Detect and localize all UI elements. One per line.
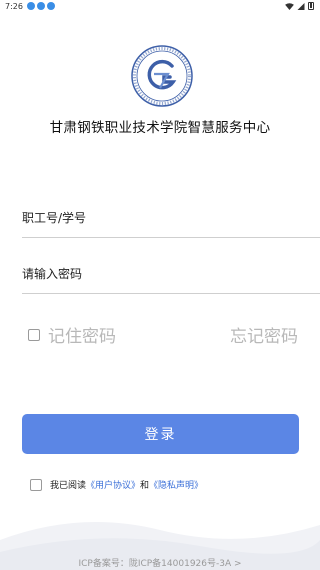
password-input[interactable] xyxy=(22,254,320,293)
agreement-and: 和 xyxy=(140,481,150,491)
status-time: 7:26 xyxy=(5,2,23,11)
page-title: 甘肃钢铁职业技术学院智慧服务中心 xyxy=(49,120,271,136)
status-bar: 7:26 xyxy=(0,0,320,14)
password-field-container xyxy=(22,254,320,294)
status-icons xyxy=(285,2,314,10)
user-agreement-link[interactable]: 《用户协议》 xyxy=(86,481,140,491)
remember-checkbox[interactable] xyxy=(28,328,40,341)
agreement-checkbox[interactable] xyxy=(30,478,42,491)
privacy-link[interactable]: 《隐私声明》 xyxy=(149,481,203,491)
notification-icon xyxy=(47,2,55,10)
notification-icon xyxy=(27,2,35,10)
school-logo xyxy=(131,45,193,107)
account-input[interactable] xyxy=(22,198,320,237)
battery-icon xyxy=(308,2,314,10)
notification-icon xyxy=(37,2,45,10)
signal-icon xyxy=(297,2,305,10)
forgot-password-link[interactable]: 忘记密码 xyxy=(230,322,298,347)
icp-record-link[interactable]: ICP备案号：陇ICP备14001926号-3A > xyxy=(0,556,320,569)
agreement-row: 我已阅读《用户协议》和《隐私声明》 xyxy=(30,478,203,491)
account-field-container xyxy=(22,198,320,238)
agreement-prefix: 我已阅读 xyxy=(50,481,87,491)
remember-password-option[interactable]: 记住密码 xyxy=(28,322,116,347)
wifi-icon xyxy=(285,2,294,10)
remember-label: 记住密码 xyxy=(48,327,116,347)
login-button[interactable]: 登录 xyxy=(22,414,299,454)
